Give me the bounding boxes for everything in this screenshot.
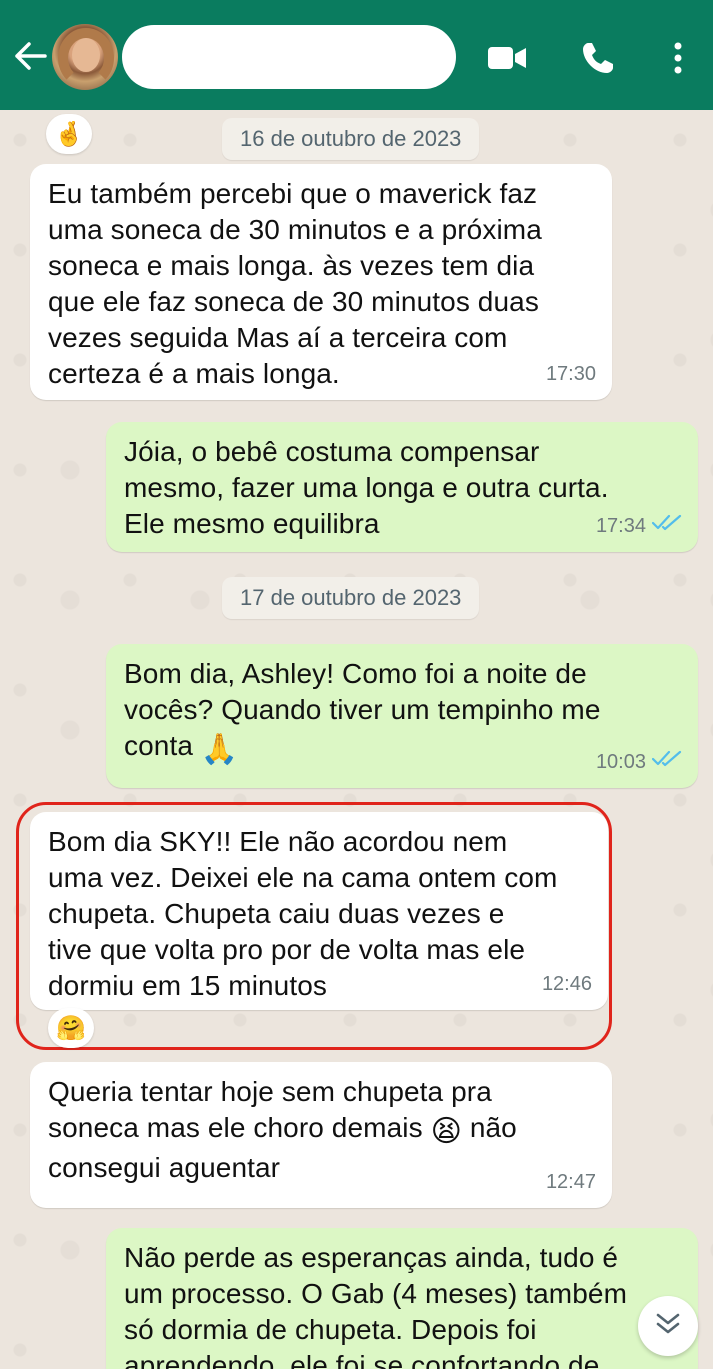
tired-face-emoji-icon: 😫 xyxy=(430,1115,462,1148)
read-ticks-icon xyxy=(651,744,682,780)
message-text: Queria tentar hoje sem chupeta pra sonec… xyxy=(48,1076,517,1183)
contact-avatar[interactable] xyxy=(52,24,118,90)
incoming-message[interactable]: Queria tentar hoje sem chupeta pra sonec… xyxy=(30,1062,612,1208)
date-divider: 17 de outubro de 2023 xyxy=(222,577,480,619)
outgoing-message[interactable]: Não perde as esperanças ainda, tudo é um… xyxy=(106,1228,698,1369)
date-divider: 16 de outubro de 2023 xyxy=(222,118,480,160)
read-ticks-icon xyxy=(651,508,682,544)
message-time: 10:03 xyxy=(595,751,646,773)
outgoing-message[interactable]: Bom dia, Ashley! Como foi a noite de voc… xyxy=(106,644,698,788)
message-text: Eu também percebi que o maverick faz uma… xyxy=(48,178,542,389)
message-text: Bom dia SKY!! Ele não acordou nem uma ve… xyxy=(48,826,558,1001)
video-call-icon[interactable] xyxy=(487,38,527,78)
chat-header xyxy=(0,0,713,110)
scroll-to-bottom-button[interactable] xyxy=(638,1296,698,1356)
message-time: 12:46 xyxy=(541,973,592,995)
outgoing-message[interactable]: Jóia, o bebê costuma compensar mesmo, fa… xyxy=(106,422,698,552)
incoming-message[interactable]: Bom dia SKY!! Ele não acordou nem uma ve… xyxy=(30,812,608,1010)
message-text: Não perde as esperanças ainda, tudo é um… xyxy=(124,1242,628,1369)
message-time: 17:34 xyxy=(595,515,646,537)
message-reaction[interactable]: 🤞 xyxy=(46,114,92,154)
more-options-icon[interactable] xyxy=(658,38,698,78)
message-reaction[interactable]: 🤗 xyxy=(48,1008,94,1048)
voice-call-icon[interactable] xyxy=(578,38,618,78)
contact-name[interactable] xyxy=(122,25,456,89)
message-time: 12:47 xyxy=(545,1171,596,1193)
pray-emoji-icon: 🙏 xyxy=(200,733,239,766)
message-time: 17:30 xyxy=(545,363,596,385)
chevron-double-down-icon xyxy=(655,1312,681,1341)
back-arrow-icon[interactable] xyxy=(12,38,48,74)
incoming-message[interactable]: Eu também percebi que o maverick faz uma… xyxy=(30,164,612,400)
